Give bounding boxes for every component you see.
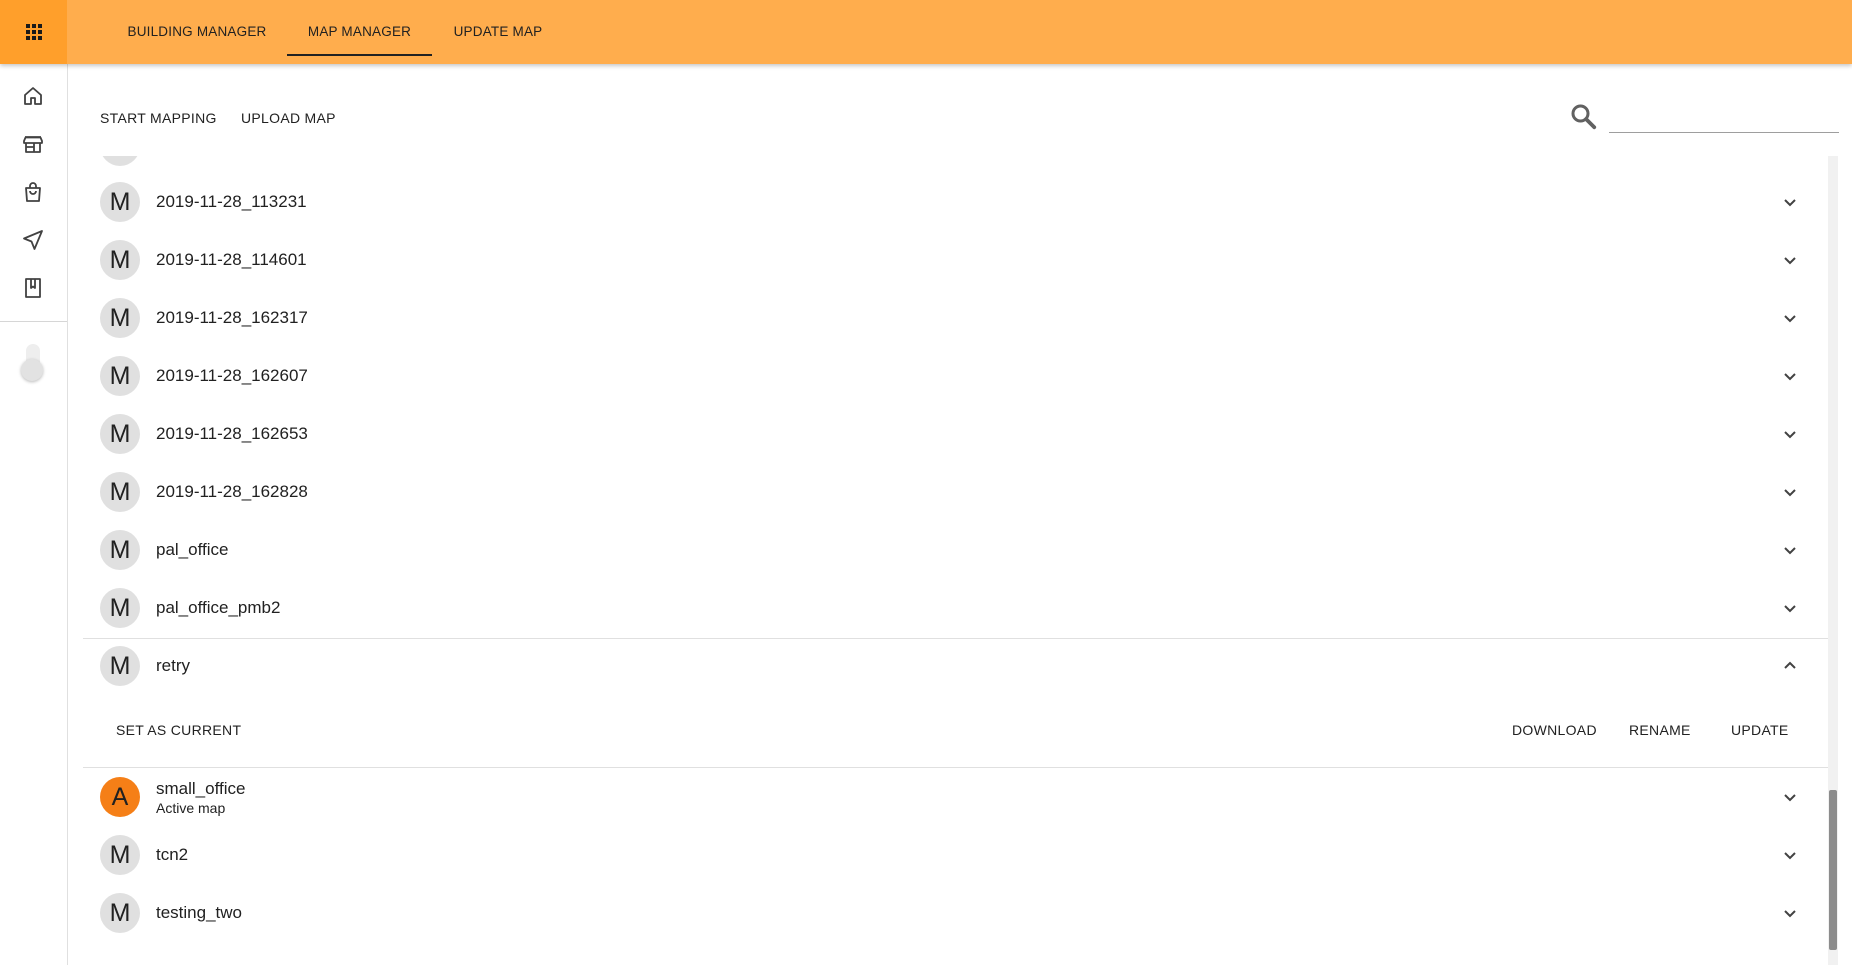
- upload-map-button[interactable]: UPLOAD MAP: [241, 100, 336, 136]
- chevron-down-icon[interactable]: [1782, 542, 1798, 558]
- chevron-down-icon[interactable]: [1782, 252, 1798, 268]
- map-list-item[interactable]: M pal_office_pmb2: [83, 579, 1828, 637]
- chevron-down-icon[interactable]: [1782, 789, 1798, 805]
- update-button[interactable]: UPDATE: [1731, 720, 1789, 740]
- rename-button[interactable]: RENAME: [1629, 720, 1691, 740]
- map-name: 2019-11-28_113231: [156, 192, 307, 211]
- map-list-item[interactable]: M 2019-11-28_162317: [83, 289, 1828, 347]
- sidebar: [0, 64, 68, 965]
- tab-update-map[interactable]: UPDATE MAP: [442, 0, 554, 64]
- shopping-bag-icon[interactable]: [21, 180, 45, 204]
- map-name: small_office: [156, 779, 246, 798]
- chevron-down-icon[interactable]: [1782, 426, 1798, 442]
- map-avatar: M: [100, 472, 140, 512]
- map-avatar: M: [100, 646, 140, 686]
- tab-building-manager[interactable]: BUILDING MANAGER: [117, 0, 277, 64]
- map-avatar: M: [100, 893, 140, 933]
- map-list-item[interactable]: M tcn2: [83, 826, 1828, 884]
- map-name: pal_office_pmb2: [156, 598, 281, 617]
- active-map-avatar: A: [100, 777, 140, 817]
- navigation-arrow-icon[interactable]: [21, 228, 45, 252]
- map-avatar: M: [100, 298, 140, 338]
- download-button[interactable]: DOWNLOAD: [1512, 720, 1597, 740]
- map-name: testing_two: [156, 903, 242, 922]
- map-list: M 2019-11-28_113231 M 2019-11-28_114601 …: [83, 156, 1828, 965]
- map-avatar: M: [100, 240, 140, 280]
- map-avatar: M: [100, 530, 140, 570]
- active-map-label: Active map: [156, 800, 226, 816]
- map-list-item-expanded[interactable]: M retry: [83, 637, 1828, 695]
- map-list-item[interactable]: M 2019-11-28_114601: [83, 231, 1828, 289]
- chevron-down-icon[interactable]: [1782, 847, 1798, 863]
- map-list-item[interactable]: M testing_two: [83, 884, 1828, 942]
- list-scrollbar-thumb[interactable]: [1829, 790, 1837, 950]
- map-avatar: [100, 156, 140, 166]
- home-icon[interactable]: [21, 84, 45, 108]
- theme-toggle-knob[interactable]: [21, 359, 43, 381]
- map-name: retry: [156, 656, 190, 675]
- map-avatar: M: [100, 588, 140, 628]
- store-icon[interactable]: [21, 132, 45, 156]
- map-name: tcn2: [156, 845, 189, 864]
- search-icon[interactable]: [1568, 101, 1598, 131]
- sidebar-divider: [0, 321, 67, 322]
- map-avatar: M: [100, 182, 140, 222]
- chevron-down-icon[interactable]: [1782, 600, 1798, 616]
- chevron-down-icon[interactable]: [1782, 310, 1798, 326]
- chevron-down-icon[interactable]: [1782, 905, 1798, 921]
- tab-map-manager[interactable]: MAP MANAGER: [287, 0, 432, 64]
- map-name: 2019-11-28_162607: [156, 366, 308, 385]
- map-name: 2019-11-28_162828: [156, 482, 308, 501]
- start-mapping-button[interactable]: START MAPPING: [100, 100, 217, 136]
- chevron-down-icon[interactable]: [1782, 194, 1798, 210]
- map-avatar: M: [100, 414, 140, 454]
- map-avatar: M: [100, 835, 140, 875]
- apps-grid-icon: [25, 24, 42, 40]
- chevron-down-icon[interactable]: [1782, 368, 1798, 384]
- map-name: 2019-11-28_162317: [156, 308, 308, 327]
- set-as-current-button[interactable]: SET AS CURRENT: [116, 720, 241, 740]
- map-list-item[interactable]: M pal_office: [83, 521, 1828, 579]
- map-list-item[interactable]: M 2019-11-28_113231: [83, 173, 1828, 231]
- map-name: 2019-11-28_162653: [156, 424, 308, 443]
- search-input[interactable]: [1609, 104, 1839, 133]
- map-list-item-active[interactable]: A small_office Active map: [83, 768, 1828, 826]
- map-list-item[interactable]: M 2019-11-28_162607: [83, 347, 1828, 405]
- map-list-item[interactable]: M 2019-11-28_162653: [83, 405, 1828, 463]
- map-list-item[interactable]: M 2019-11-28_162828: [83, 463, 1828, 521]
- map-name: pal_office: [156, 540, 229, 559]
- apps-menu-button[interactable]: [0, 0, 67, 64]
- map-name: 2019-11-28_114601: [156, 250, 307, 269]
- chevron-up-icon[interactable]: [1782, 658, 1798, 674]
- chevron-down-icon[interactable]: [1782, 484, 1798, 500]
- top-app-bar: BUILDING MANAGER MAP MANAGER UPDATE MAP: [0, 0, 1852, 64]
- bookmark-icon[interactable]: [21, 276, 45, 300]
- map-avatar: M: [100, 356, 140, 396]
